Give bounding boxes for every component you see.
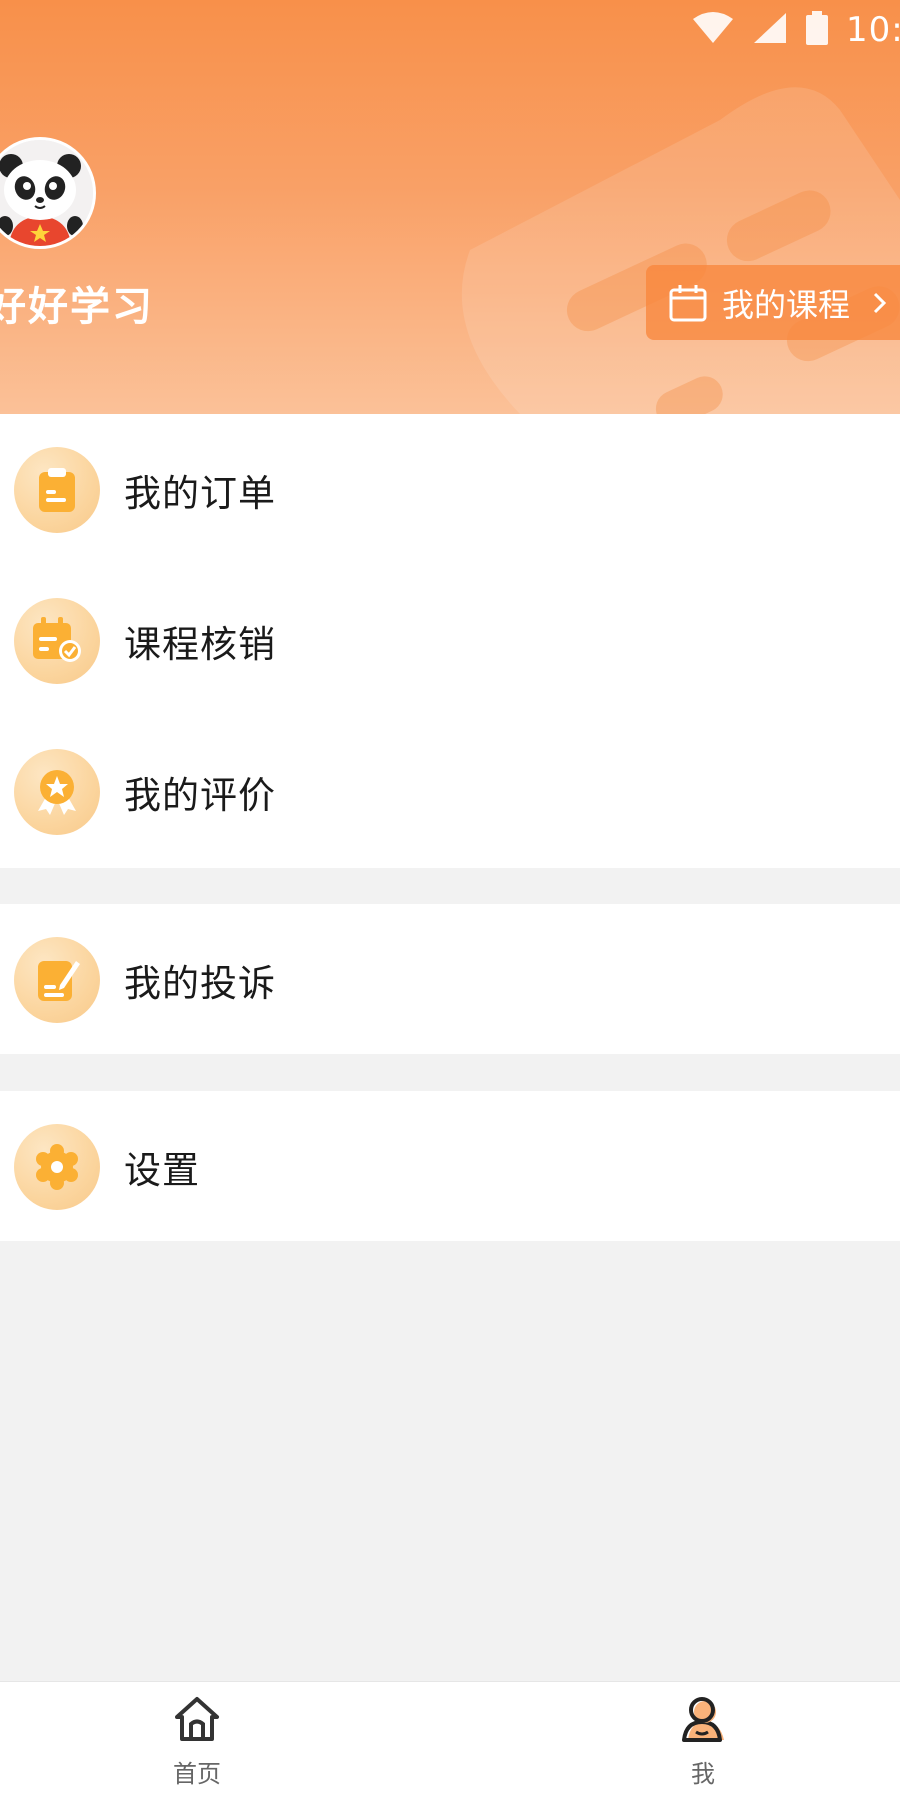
tab-home-label: 首页 xyxy=(173,1760,221,1788)
menu-group-settings: 设置 xyxy=(0,1091,900,1241)
panda-avatar-icon xyxy=(0,140,93,246)
order-clipboard-icon xyxy=(14,446,100,533)
profile-header: 10: 好好学习 我的课程 xyxy=(0,0,900,414)
bottom-navigation: 首页 我 xyxy=(0,1681,900,1800)
menu-group-main: 我的订单 课程核销 我的评价 xyxy=(0,414,900,868)
menu-group-complaint: 我的投诉 xyxy=(0,904,900,1054)
menu-item-label: 设置 xyxy=(124,1148,200,1192)
settings-gear-icon xyxy=(14,1123,100,1210)
tab-me[interactable]: 我 xyxy=(643,1694,763,1789)
menu-item-course-verify[interactable]: 课程核销 xyxy=(0,565,900,716)
tab-home[interactable]: 首页 xyxy=(137,1694,257,1789)
wifi-icon xyxy=(692,11,734,49)
battery-icon xyxy=(806,11,828,49)
menu-item-label: 我的投诉 xyxy=(124,961,276,1005)
tab-me-label: 我 xyxy=(691,1760,715,1788)
course-verify-icon xyxy=(14,597,100,684)
signal-icon xyxy=(752,11,788,49)
menu-item-my-reviews[interactable]: 我的评价 xyxy=(0,716,900,867)
menu-item-label: 我的订单 xyxy=(124,471,276,515)
header-decoration xyxy=(461,87,900,414)
chevron-right-icon xyxy=(872,291,888,315)
status-bar: 10: xyxy=(692,8,900,52)
award-ribbon-icon xyxy=(14,748,100,835)
home-icon xyxy=(172,1694,222,1748)
user-profile-icon xyxy=(678,1694,728,1748)
my-course-label: 我的课程 xyxy=(722,285,851,324)
complaint-edit-icon xyxy=(14,936,100,1023)
menu-item-label: 我的评价 xyxy=(124,773,276,817)
menu-item-my-orders[interactable]: 我的订单 xyxy=(0,414,900,565)
username: 好好学习 xyxy=(0,284,154,330)
calendar-icon xyxy=(668,283,708,323)
menu-item-my-complaints[interactable]: 我的投诉 xyxy=(0,904,900,1055)
status-time: 10: xyxy=(846,10,900,50)
menu-item-label: 课程核销 xyxy=(124,622,276,666)
my-course-button[interactable]: 我的课程 xyxy=(646,265,900,340)
menu-item-settings[interactable]: 设置 xyxy=(0,1091,900,1242)
